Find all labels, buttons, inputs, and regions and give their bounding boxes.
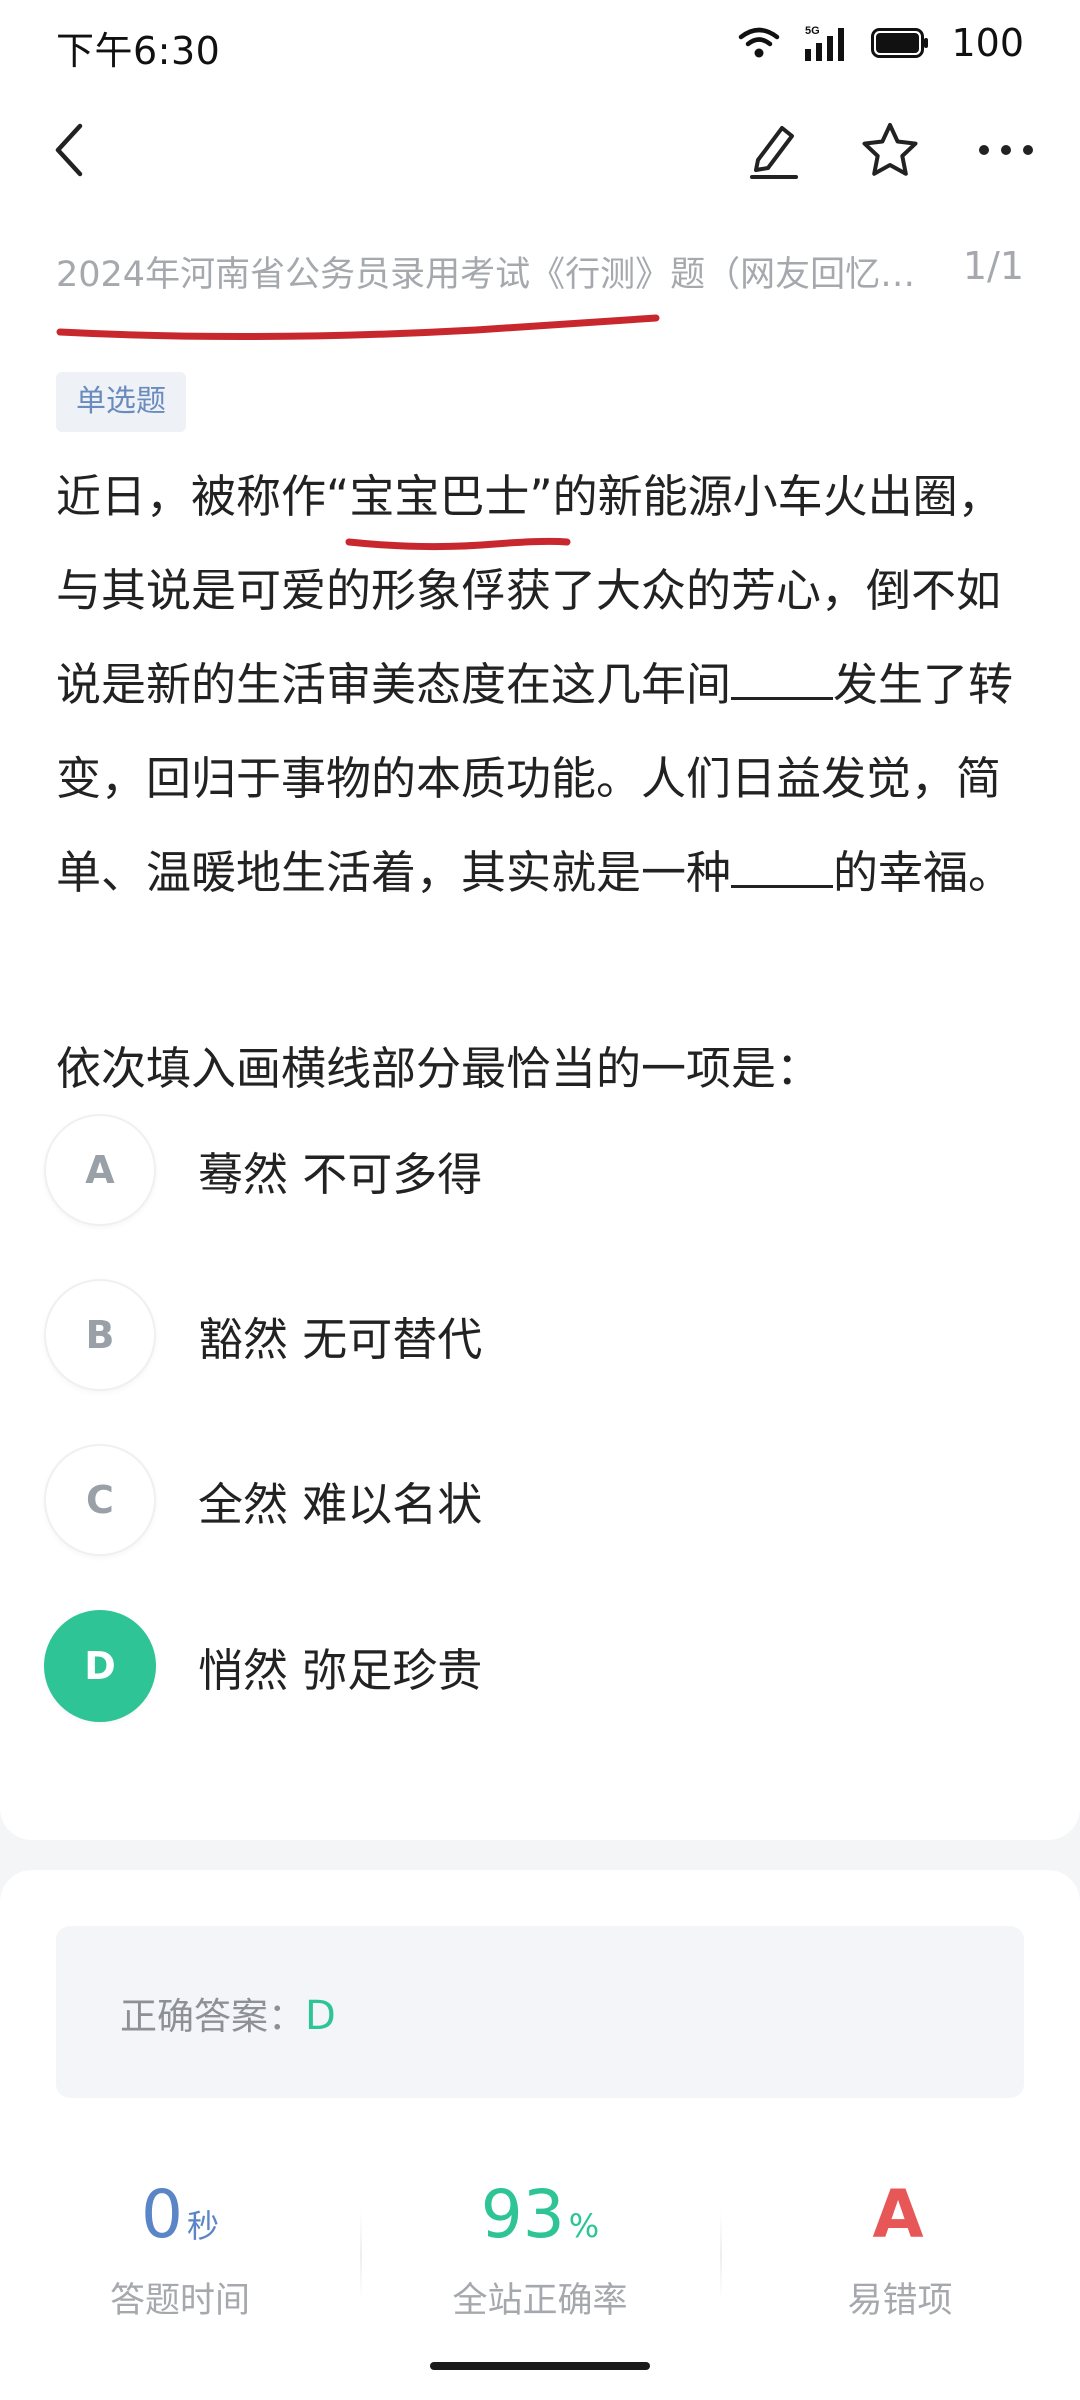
- edit-note-button[interactable]: [736, 112, 812, 188]
- option-text: 全然 难以名状: [198, 1477, 483, 1531]
- favorite-button[interactable]: [852, 112, 928, 188]
- pen-icon: [750, 126, 798, 179]
- stat-value: A: [872, 2176, 924, 2253]
- battery-icon: [871, 28, 929, 58]
- option-letter: A: [44, 1114, 156, 1226]
- stat-value: 93: [480, 2176, 565, 2253]
- question-instruction: 依次填入画横线部分最恰当的一项是：: [56, 1042, 822, 1095]
- option-b[interactable]: B 豁然 无可替代: [44, 1279, 1024, 1391]
- correct-answer-label: 正确答案：D: [120, 1986, 336, 2040]
- top-nav: [0, 90, 1080, 210]
- option-a[interactable]: A 蓦然 不可多得: [44, 1114, 1024, 1226]
- question-pager: 1/1: [962, 244, 1024, 288]
- status-bar: 下午6:30 5G 100: [0, 0, 1080, 90]
- home-indicator[interactable]: [430, 2362, 650, 2370]
- option-text: 蓦然 不可多得: [198, 1147, 483, 1201]
- chevron-left-icon: [55, 123, 83, 177]
- stat-unit: 秒: [186, 2207, 219, 2245]
- more-horizontal-icon: [979, 145, 1033, 155]
- option-letter: C: [44, 1444, 156, 1556]
- more-button[interactable]: [968, 112, 1044, 188]
- battery-level: 100: [951, 21, 1024, 65]
- status-icons: 5G 100: [737, 18, 1024, 68]
- option-letter-selected: D: [44, 1610, 156, 1722]
- stem-text-4: 的幸福。: [833, 846, 1014, 899]
- question-stem: 近日，被称作“宝宝巴士”的新能源小车火出圈，与其说是可爱的形象俘获了大众的芳心，…: [56, 450, 1024, 920]
- stat-unit: %: [568, 2207, 600, 2245]
- stat-label: 易错项: [847, 2281, 953, 2321]
- exam-source-title: 2024年河南省公务员录用考试《行测》题（网友回忆版）: [56, 255, 936, 295]
- option-text: 豁然 无可替代: [198, 1312, 483, 1366]
- option-text: 悄然 弥足珍贵: [198, 1643, 483, 1697]
- answer-card: 正确答案：D 0 秒 答题时间 93 % 全站正确率 A 易错项: [0, 1870, 1080, 2400]
- wifi-icon: [739, 27, 780, 58]
- option-c[interactable]: C 全然 难以名状: [44, 1444, 1024, 1556]
- fill-blank-1: [731, 640, 834, 700]
- annotation-underline-title: [56, 314, 660, 341]
- stat-accuracy: 93 % 全站正确率: [360, 2170, 720, 2350]
- stat-value: 0: [140, 2176, 183, 2253]
- signal-icon: 5G: [805, 25, 845, 61]
- question-type-tag: 单选题: [56, 372, 186, 432]
- option-letter: B: [44, 1279, 156, 1391]
- fill-blank-2: [731, 828, 834, 888]
- annotation-underline-stem: [345, 537, 571, 551]
- correct-answer-box: 正确答案：D: [56, 1926, 1024, 2098]
- stats-row: 0 秒 答题时间 93 % 全站正确率 A 易错项: [0, 2170, 1080, 2350]
- option-d[interactable]: D 悄然 弥足珍贵: [44, 1610, 1024, 1722]
- correct-answer-value: D: [305, 1993, 336, 2039]
- answer-label-text: 正确答案：: [120, 1995, 305, 2038]
- stem-highlight: 宝宝巴士: [349, 470, 530, 523]
- star-icon: [862, 123, 918, 176]
- stem-text-1: 近日，被称作“: [56, 470, 350, 523]
- stat-answer-time: 0 秒 答题时间: [0, 2170, 360, 2350]
- status-time: 下午6:30: [56, 29, 221, 73]
- stat-label: 答题时间: [109, 2281, 250, 2321]
- stat-label: 全站正确率: [452, 2281, 628, 2321]
- stat-common-mistake: A 易错项: [720, 2170, 1080, 2350]
- back-button[interactable]: [32, 112, 108, 188]
- source-bar: 2024年河南省公务员录用考试《行测》题（网友回忆版） 1/1: [0, 210, 1080, 310]
- signal-label: 5G: [805, 25, 820, 37]
